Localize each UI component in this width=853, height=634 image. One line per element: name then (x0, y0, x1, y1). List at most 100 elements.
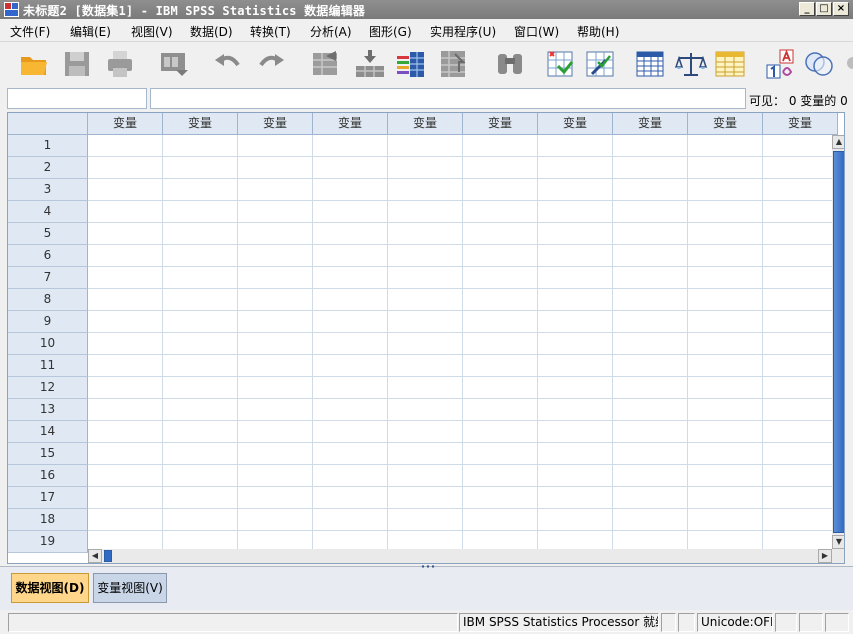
grid-cell[interactable] (463, 377, 538, 399)
vertical-scroll-thumb[interactable] (833, 151, 844, 533)
row-header[interactable]: 19 (8, 531, 88, 553)
grid-cell[interactable] (388, 135, 463, 157)
cell-reference-field[interactable] (7, 88, 147, 109)
grid-cell[interactable] (388, 179, 463, 201)
grid-cell[interactable] (163, 377, 238, 399)
grid-cell[interactable] (313, 399, 388, 421)
row-header[interactable]: 8 (8, 289, 88, 311)
grid-cell[interactable] (613, 135, 688, 157)
vertical-scrollbar[interactable]: ▲ ▼ (832, 135, 844, 549)
grid-cell[interactable] (313, 201, 388, 223)
grid-cell[interactable] (163, 135, 238, 157)
save-icon[interactable] (61, 48, 93, 80)
grid-cell[interactable] (88, 487, 163, 509)
grid-cell[interactable] (388, 443, 463, 465)
grid-cell[interactable] (238, 267, 313, 289)
variables-icon[interactable] (634, 48, 666, 80)
open-folder-icon[interactable] (18, 48, 50, 80)
grid-cell[interactable] (88, 289, 163, 311)
column-header[interactable]: 变量 (313, 113, 388, 135)
grid-cell[interactable] (463, 179, 538, 201)
grid-cell[interactable] (163, 311, 238, 333)
grid-cell[interactable] (763, 311, 838, 333)
grid-cell[interactable] (88, 201, 163, 223)
grid-cell[interactable] (613, 487, 688, 509)
grid-cell[interactable] (463, 443, 538, 465)
grid-cell[interactable] (763, 157, 838, 179)
grid-cell[interactable] (238, 157, 313, 179)
grid-cell[interactable] (538, 201, 613, 223)
grid-cell[interactable] (688, 487, 763, 509)
column-header[interactable]: 变量 (163, 113, 238, 135)
grid-cell[interactable] (463, 289, 538, 311)
grid-cell[interactable] (688, 201, 763, 223)
goto-case-icon[interactable] (310, 48, 342, 80)
row-header[interactable]: 3 (8, 179, 88, 201)
grid-cell[interactable] (463, 421, 538, 443)
grid-cell[interactable] (313, 355, 388, 377)
row-header[interactable]: 7 (8, 267, 88, 289)
grid-cell[interactable] (688, 421, 763, 443)
print-icon[interactable] (104, 48, 136, 80)
grid-cell[interactable] (688, 179, 763, 201)
grid-cell[interactable] (163, 465, 238, 487)
grid-cell[interactable] (688, 157, 763, 179)
grid-cell[interactable] (763, 509, 838, 531)
grid-cell[interactable] (613, 223, 688, 245)
grid-cell[interactable] (613, 289, 688, 311)
grid-cell[interactable] (538, 421, 613, 443)
grid-cell[interactable] (463, 135, 538, 157)
grid-cell[interactable] (613, 267, 688, 289)
column-header[interactable]: 变量 (238, 113, 313, 135)
row-header[interactable]: 13 (8, 399, 88, 421)
grid-cell[interactable] (763, 245, 838, 267)
row-header[interactable]: 11 (8, 355, 88, 377)
grid-cell[interactable] (313, 289, 388, 311)
grid-cell[interactable] (313, 487, 388, 509)
grid-cell[interactable] (388, 355, 463, 377)
grid-cell[interactable] (388, 399, 463, 421)
grid-cell[interactable] (88, 399, 163, 421)
grid-cell[interactable] (163, 245, 238, 267)
grid-cell[interactable] (88, 421, 163, 443)
use-sets-icon[interactable] (765, 48, 797, 80)
grid-cell[interactable] (88, 377, 163, 399)
horizontal-scrollbar[interactable]: ◀ ▶ (88, 549, 832, 563)
grid-cell[interactable] (313, 245, 388, 267)
menu-graphs[interactable]: 图形(G) (369, 23, 412, 40)
row-header[interactable]: 1 (8, 135, 88, 157)
grid-cell[interactable] (463, 267, 538, 289)
grid-cell[interactable] (613, 465, 688, 487)
column-header[interactable]: 变量 (463, 113, 538, 135)
grid-cell[interactable] (538, 135, 613, 157)
grid-cell[interactable] (88, 311, 163, 333)
grid-cell[interactable] (538, 355, 613, 377)
grid-cell[interactable] (163, 267, 238, 289)
grid-cell[interactable] (688, 135, 763, 157)
grid-cell[interactable] (238, 245, 313, 267)
grid-cell[interactable] (613, 377, 688, 399)
grid-cell[interactable] (763, 465, 838, 487)
undo-icon[interactable] (212, 48, 244, 80)
grid-cell[interactable] (613, 355, 688, 377)
restore-button[interactable]: □ (816, 2, 832, 16)
grid-cell[interactable] (688, 399, 763, 421)
grid-cell[interactable] (763, 333, 838, 355)
grid-cell[interactable] (238, 333, 313, 355)
menu-data[interactable]: 数据(D) (190, 23, 233, 40)
grid-cell[interactable] (763, 487, 838, 509)
grid-cell[interactable] (388, 487, 463, 509)
grid-cell[interactable] (88, 179, 163, 201)
grid-cell[interactable] (538, 157, 613, 179)
scroll-right-icon[interactable]: ▶ (818, 549, 832, 563)
column-header[interactable]: 变量 (538, 113, 613, 135)
grid-cell[interactable] (388, 333, 463, 355)
column-header[interactable]: 变量 (88, 113, 163, 135)
row-header[interactable]: 15 (8, 443, 88, 465)
grid-cell[interactable] (613, 157, 688, 179)
splitter-grip-icon[interactable] (420, 564, 436, 569)
grid-cell[interactable] (163, 223, 238, 245)
grid-cell[interactable] (88, 355, 163, 377)
grid-cell[interactable] (313, 377, 388, 399)
grid-cell[interactable] (388, 421, 463, 443)
